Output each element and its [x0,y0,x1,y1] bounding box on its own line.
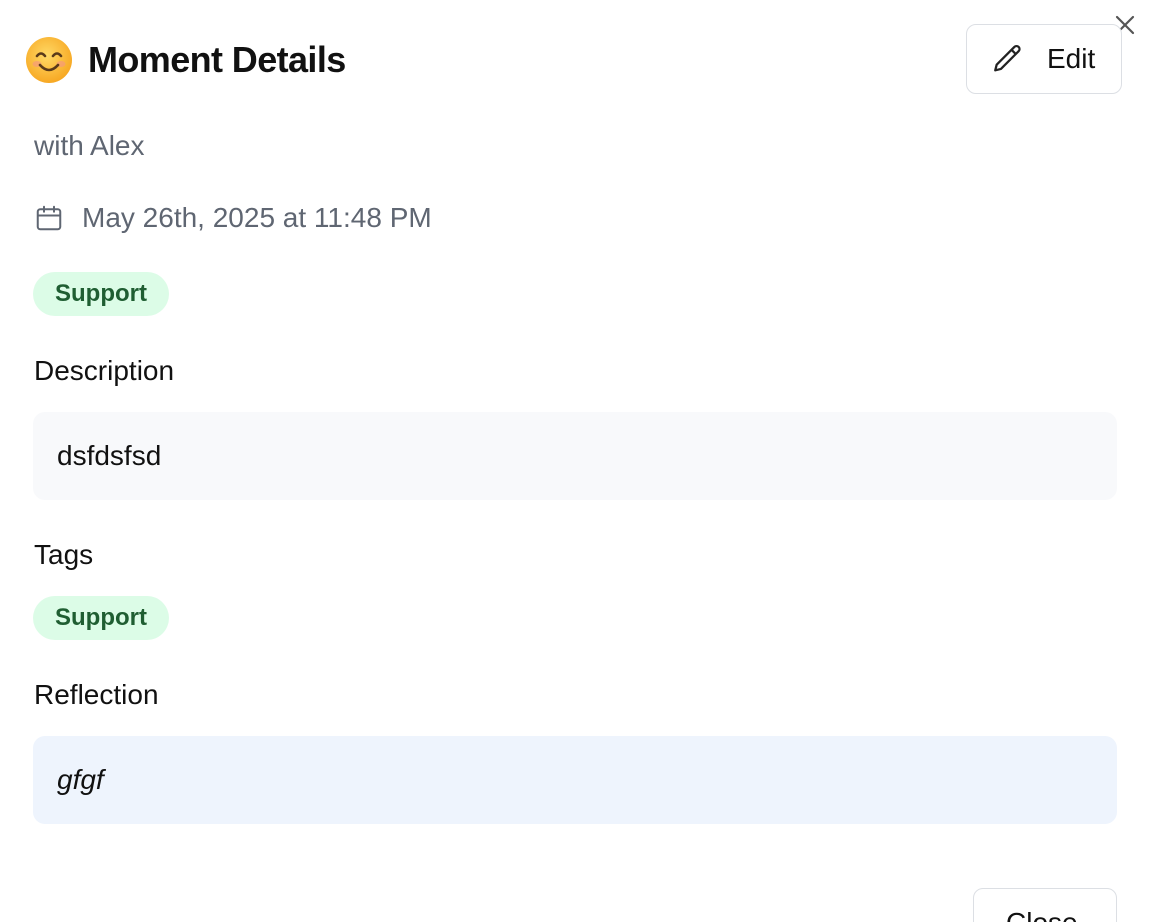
tag-badge: Support [33,596,169,640]
page-title: Moment Details [88,39,346,80]
edit-button[interactable]: Edit [966,24,1122,94]
description-box: dsfdsfsd [33,412,1117,500]
date-row: May 26th, 2025 at 11:48 PM [34,202,432,234]
calendar-icon [36,205,62,231]
dialog-header: Moment Details [24,32,346,88]
tags-label: Tags [34,539,94,570]
close-button[interactable]: Close [973,888,1117,922]
description-label: Description [34,355,175,386]
smiling-face-icon [24,35,74,85]
category-badge: Support [33,272,169,316]
description-text: dsfdsfsd [57,440,162,471]
pencil-icon [994,44,1021,72]
reflection-label: Reflection [34,679,159,710]
moment-details-dialog: Moment Details Edit with Alex May 26th, … [0,0,1150,922]
reflection-text: gfgf [57,764,104,795]
edit-button-label: Edit [1047,43,1096,74]
reflection-box: gfgf [33,736,1117,824]
date-text: May 26th, 2025 at 11:48 PM [82,202,432,233]
with-person-text: with Alex [34,130,145,161]
